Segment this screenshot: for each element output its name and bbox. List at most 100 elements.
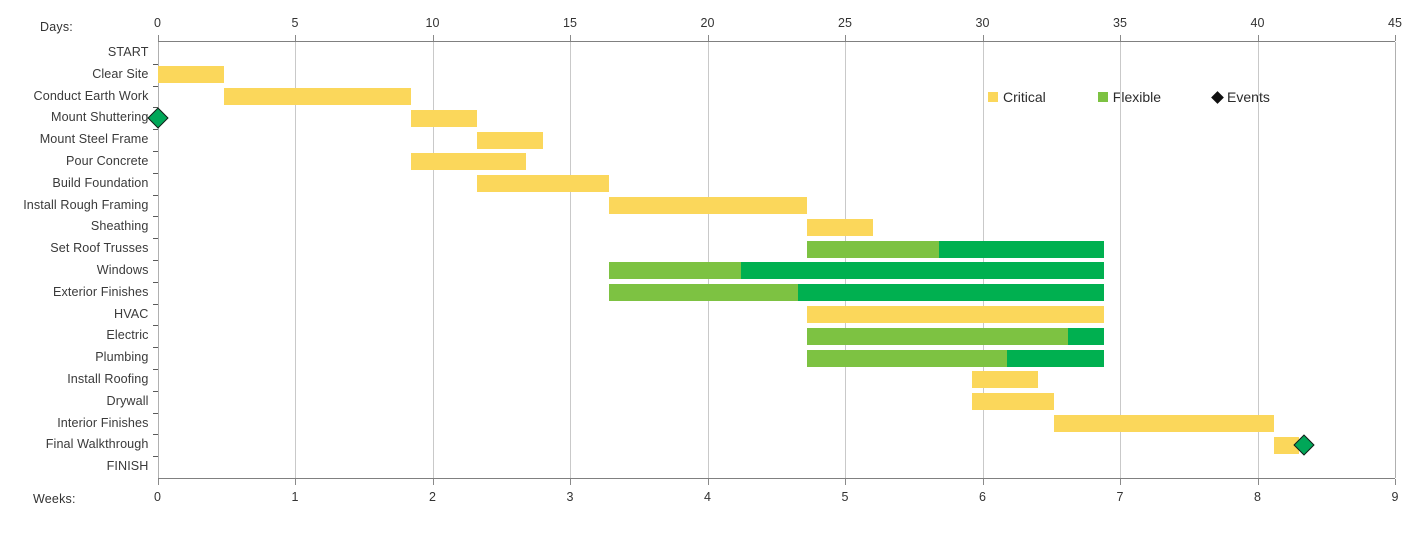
gridline-day-20 [707,42,709,478]
bar-drywall-critical[interactable] [971,393,1054,411]
tick-label-day-40: 40 [1250,16,1265,30]
bar-hvac-critical[interactable] [806,306,1104,323]
gridline-day-25 [845,42,846,478]
tick-label-week-8: 8 [1254,490,1261,504]
task-label-set-roof-trusses: Set Roof Trusses [50,241,149,256]
tick-day-45 [1395,35,1396,41]
tick-label-week-1: 1 [291,490,299,504]
category-tick [152,434,158,436]
tick-label-day-5: 5 [291,16,299,30]
gridline-day-10 [432,42,434,478]
tick-day-15 [570,35,571,41]
gridline-day-40 [1257,42,1259,478]
tick-week-1 [295,479,296,485]
tick-day-10 [432,35,434,41]
bar-windows-flexible-dark[interactable] [740,262,1104,280]
tick-label-week-7: 7 [1116,490,1124,504]
category-tick [152,129,158,131]
task-label-electric: Electric [106,328,149,343]
bar-mount-shuttering-critical[interactable] [410,109,477,127]
category-tick [152,194,158,196]
bar-interior-finishes-critical[interactable] [1054,415,1274,432]
tick-label-week-9: 9 [1391,490,1399,504]
tick-day-30 [982,35,984,41]
bar-clear-site-critical[interactable] [157,66,224,84]
task-label-mount-shuttering: Mount Shuttering [50,110,149,125]
tick-label-week-5: 5 [841,490,849,504]
tick-week-6 [982,479,984,485]
bar-windows-flexible-light[interactable] [608,262,741,280]
category-tick [152,456,158,458]
tick-label-day-35: 35 [1113,16,1127,30]
task-label-plumbing: Plumbing [95,350,149,365]
bar-sheathing-critical[interactable] [806,218,873,236]
bar-electric-flexible-light[interactable] [806,327,1068,345]
category-tick [152,216,158,218]
tick-label-week-4: 4 [704,490,711,504]
task-label-hvac: HVAC [114,306,149,321]
category-tick [152,369,158,370]
gridline-day-35 [1120,42,1121,478]
gridline-day-5 [295,42,296,478]
category-tick [152,151,158,152]
tick-week-4 [707,479,709,485]
tick-week-2 [432,479,434,485]
bar-exterior-finishes-flexible-light[interactable] [608,284,799,302]
bar-electric-flexible-dark[interactable] [1067,327,1104,345]
task-label-install-roofing: Install Roofing [67,371,149,386]
task-label-build-foundation: Build Foundation [52,175,149,190]
bar-conduct-earth-work-critical[interactable] [223,88,411,105]
bar-build-foundation-critical[interactable] [476,175,609,193]
tick-label-day-25: 25 [838,16,852,30]
gridline-day-15 [570,42,571,478]
bar-set-roof-trusses-flexible-light[interactable] [806,240,939,258]
tick-label-day-15: 15 [563,16,577,30]
weeks-axis-caption: Weeks: [33,492,76,506]
bar-install-rough-framing-critical[interactable] [608,197,807,214]
tick-week-9 [1395,479,1396,485]
bar-set-roof-trusses-flexible-dark[interactable] [938,240,1104,258]
tick-label-week-0: 0 [154,490,161,504]
bar-pour-concrete-critical[interactable] [410,153,526,171]
gridline-day-30 [982,42,984,478]
bar-exterior-finishes-flexible-dark[interactable] [798,284,1104,302]
category-tick [152,85,158,87]
task-label-windows: Windows [96,262,149,277]
category-tick [152,281,158,283]
task-label-finish: FINISH [106,459,149,474]
gantt-chart: Days: Weeks: Critical Flexible Events 0 5 10… [0,0,1412,546]
tick-day-40 [1257,35,1259,41]
category-tick [152,390,158,392]
tick-label-week-6: 6 [979,490,986,504]
task-label-conduct-earth-work: Conduct Earth Work [33,88,149,103]
tick-label-day-20: 20 [700,16,715,30]
bar-plumbing-flexible-dark[interactable] [1007,349,1104,367]
tick-label-day-45: 45 [1388,16,1402,30]
category-tick [152,325,158,327]
tick-label-day-10: 10 [425,16,440,30]
bar-mount-steel-frame-critical[interactable] [476,131,543,149]
tick-label-week-2: 2 [429,490,436,504]
bar-install-roofing-critical[interactable] [971,371,1038,389]
category-tick [152,172,158,174]
task-label-exterior-finishes: Exterior Finishes [53,284,149,299]
tick-week-8 [1257,479,1259,485]
task-label-sheathing: Sheathing [90,219,149,234]
task-label-pour-concrete: Pour Concrete [65,153,149,168]
tick-label-day-30: 30 [975,16,990,30]
category-tick [152,303,158,305]
tick-week-7 [1120,479,1121,485]
plot-area: 0 5 10 15 20 25 30 35 40 45 0123456789 START Clear… [23,16,1402,504]
tick-day-25 [845,35,846,41]
category-tick [152,63,158,65]
task-label-drywall: Drywall [106,393,149,408]
task-label-clear-site: Clear Site [92,66,149,81]
tick-day-20 [707,35,709,41]
milestone-mount-shuttering[interactable] [146,107,169,129]
tick-week-0 [157,479,159,485]
task-label-install-rough-framing: Install Rough Framing [23,197,149,212]
category-tick [152,238,158,240]
task-label-interior-finishes: Interior Finishes [57,415,149,430]
bar-plumbing-flexible-light[interactable] [806,349,1008,367]
task-label-mount-steel-frame: Mount Steel Frame [39,132,149,147]
